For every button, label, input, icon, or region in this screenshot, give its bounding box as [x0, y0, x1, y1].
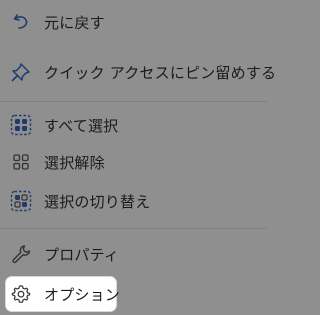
invert-selection-icon: [10, 190, 32, 212]
select-none-icon: [10, 151, 32, 173]
menu-item-pin-quick-access[interactable]: クイック アクセスにピン留めする: [6, 55, 276, 89]
wrench-icon: [10, 243, 32, 265]
menu-item-properties[interactable]: プロパティ: [6, 237, 246, 271]
gear-icon: [10, 283, 32, 305]
pin-icon: [10, 61, 32, 83]
menu-item-label: 元に戻す: [44, 13, 105, 32]
menu-item-label: 選択解除: [44, 153, 105, 172]
menu-item-invert-selection[interactable]: 選択の切り替え: [6, 184, 246, 218]
menu-separator: [0, 101, 267, 102]
select-all-icon: [10, 114, 32, 136]
menu-item-select-none[interactable]: 選択解除: [6, 145, 246, 179]
menu-item-label: クイック アクセスにピン留めする: [44, 63, 277, 82]
menu-item-label: プロパティ: [44, 245, 120, 264]
undo-icon: [10, 11, 32, 33]
menu-separator: [0, 228, 267, 229]
menu-item-select-all[interactable]: すべて選択: [6, 108, 246, 142]
menu-item-label: 選択の切り替え: [44, 192, 151, 211]
menu-item-options[interactable]: オプション: [6, 277, 120, 311]
menu-item-label: すべて選択: [44, 116, 119, 135]
menu-item-undo[interactable]: 元に戻す: [6, 5, 246, 39]
menu-item-label: オプション: [44, 285, 121, 304]
context-menu: 元に戻す クイック アクセスにピン留めする すべて選択 選択解除 選択の切り替え…: [0, 0, 276, 315]
